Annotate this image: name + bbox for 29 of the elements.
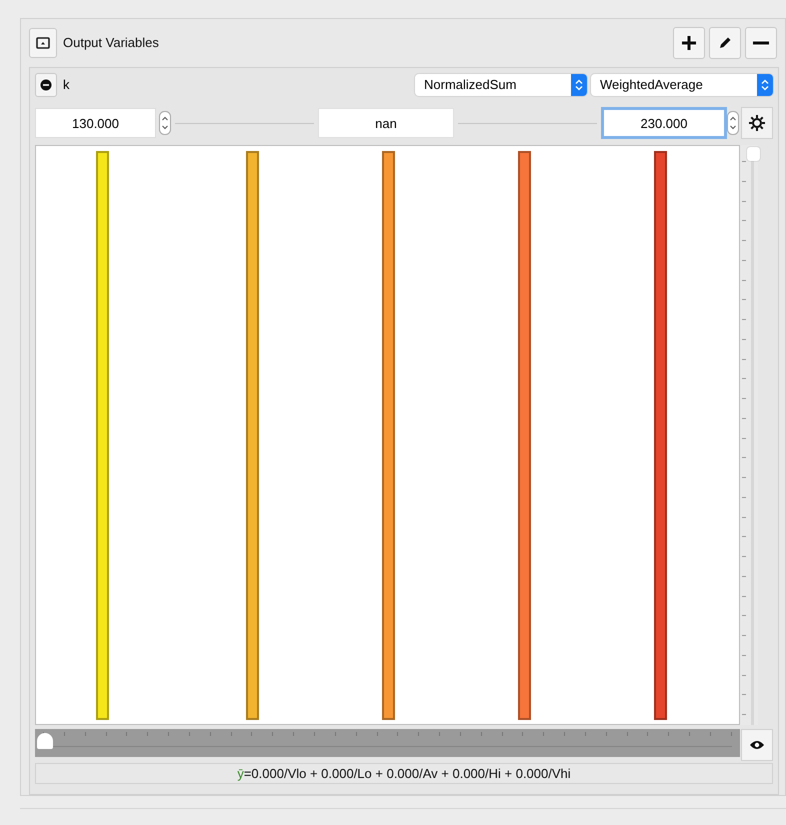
pencil-icon	[718, 36, 732, 50]
slider-thumb[interactable]	[747, 147, 760, 161]
output-symbol: ȳ	[237, 764, 244, 783]
defuzzifier-dropdown[interactable]: WeightedAverage	[591, 74, 773, 96]
eye-icon	[749, 740, 766, 750]
edit-button[interactable]	[709, 27, 741, 59]
spin-icon[interactable]	[159, 111, 171, 135]
settings-button[interactable]	[741, 107, 773, 139]
remove-variable-button[interactable]	[35, 73, 57, 97]
settings-icon	[748, 114, 766, 132]
formula-text: =0.000/Vlo + 0.000/Lo + 0.000/Av + 0.000/Hi + 0.000/Vhi	[244, 764, 571, 783]
slider-thumb[interactable]	[37, 733, 53, 749]
value-field[interactable]: nan	[318, 108, 454, 138]
stepper-icon	[757, 74, 773, 96]
minimum-field[interactable]: 130.000	[35, 108, 156, 138]
spin-icon[interactable]	[727, 111, 739, 135]
collapse-button[interactable]	[29, 28, 57, 58]
accumulation-dropdown[interactable]: NormalizedSum	[415, 74, 587, 96]
variable-name: k	[63, 76, 70, 94]
maximum-field[interactable]: 230.000	[601, 107, 727, 139]
stepper-icon	[571, 74, 587, 96]
minus-icon	[753, 41, 769, 45]
add-button[interactable]	[673, 27, 705, 59]
remove-button[interactable]	[745, 27, 777, 59]
panel-title: Output Variables	[63, 34, 159, 52]
visibility-button[interactable]	[741, 729, 773, 761]
collapse-icon	[36, 37, 50, 49]
minus-circle-icon	[40, 79, 52, 91]
plus-icon	[681, 35, 697, 51]
